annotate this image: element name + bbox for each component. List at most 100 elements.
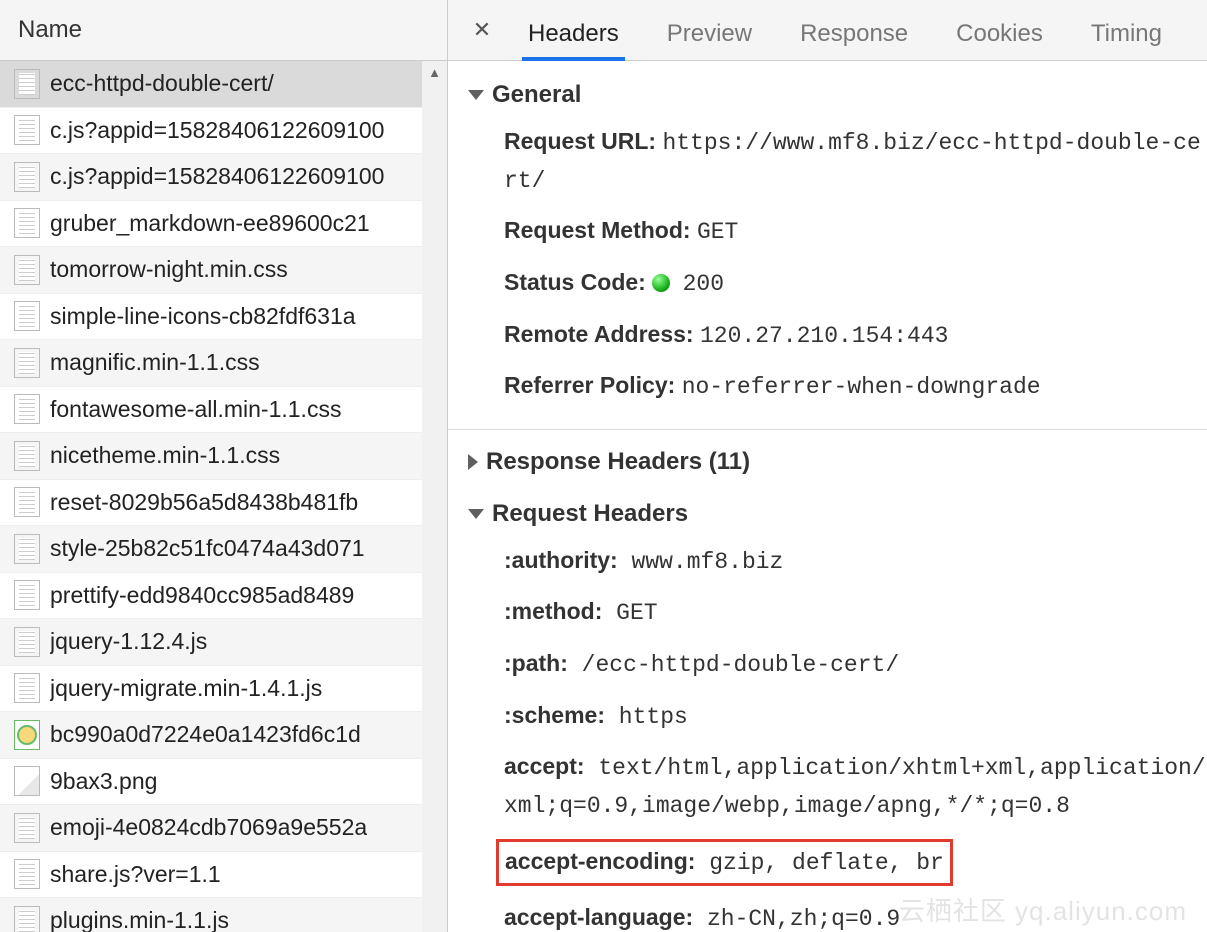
request-row[interactable]: plugins.min-1.1.js bbox=[0, 898, 447, 932]
header-value: www.mf8.biz bbox=[618, 549, 784, 575]
header-row: :method: GET bbox=[504, 587, 1207, 639]
referrer-policy-row: Referrer Policy: no-referrer-when-downgr… bbox=[504, 361, 1207, 413]
header-key: :scheme: bbox=[504, 702, 605, 728]
request-row[interactable]: nicetheme.min-1.1.css bbox=[0, 433, 447, 480]
tab-timing[interactable]: Timing bbox=[1067, 20, 1186, 60]
request-row-label: plugins.min-1.1.js bbox=[50, 907, 229, 932]
header-key: :path: bbox=[504, 650, 568, 676]
document-file-icon bbox=[14, 906, 40, 932]
details-panel: ✕ HeadersPreviewResponseCookiesTiming Ge… bbox=[448, 0, 1207, 932]
header-key: accept: bbox=[504, 753, 585, 779]
status-ok-icon bbox=[652, 274, 670, 292]
document-file-icon bbox=[14, 301, 40, 331]
header-value: text/html,application/xhtml+xml,applicat… bbox=[504, 755, 1206, 819]
scrollbar[interactable]: ▲ ▼ bbox=[422, 61, 447, 932]
request-row[interactable]: fontawesome-all.min-1.1.css bbox=[0, 387, 447, 434]
header-row: accept-language: zh-CN,zh;q=0.9 bbox=[504, 893, 1207, 932]
request-row-label: style-25b82c51fc0474a43d071 bbox=[50, 535, 365, 562]
request-row[interactable]: style-25b82c51fc0474a43d071 bbox=[0, 526, 447, 573]
header-row: accept: text/html,application/xhtml+xml,… bbox=[504, 742, 1207, 831]
request-row-label: emoji-4e0824cdb7069a9e552a bbox=[50, 814, 367, 841]
remote-address-key: Remote Address: bbox=[504, 321, 694, 347]
scroll-up-arrow-icon[interactable]: ▲ bbox=[422, 61, 447, 83]
requests-list-header: Name bbox=[0, 0, 447, 61]
header-row: :scheme: https bbox=[504, 691, 1207, 743]
document-file-icon bbox=[14, 673, 40, 703]
response-headers-toggle[interactable]: Response Headers (11) bbox=[468, 442, 1207, 484]
request-row[interactable]: tomorrow-night.min.css bbox=[0, 247, 447, 294]
request-row[interactable]: reset-8029b56a5d8438b481fb bbox=[0, 480, 447, 527]
request-row[interactable]: prettify-edd9840cc985ad8489 bbox=[0, 573, 447, 620]
request-row[interactable]: gruber_markdown-ee89600c21 bbox=[0, 201, 447, 248]
general-kv-list: Request URL: https://www.mf8.biz/ecc-htt… bbox=[468, 117, 1207, 413]
header-value: https bbox=[605, 704, 688, 730]
request-row[interactable]: c.js?appid=15828406122609100 bbox=[0, 108, 447, 155]
document-file-icon bbox=[14, 534, 40, 564]
document-file-icon bbox=[14, 394, 40, 424]
request-row-label: jquery-1.12.4.js bbox=[50, 628, 207, 655]
requests-list[interactable]: ecc-httpd-double-cert/c.js?appid=1582840… bbox=[0, 61, 447, 932]
chevron-right-icon bbox=[468, 454, 478, 470]
request-row[interactable]: emoji-4e0824cdb7069a9e552a bbox=[0, 805, 447, 852]
section-divider bbox=[448, 429, 1207, 430]
remote-address-row: Remote Address: 120.27.210.154:443 bbox=[504, 310, 1207, 362]
document-file-icon bbox=[14, 859, 40, 889]
request-row[interactable]: ecc-httpd-double-cert/ bbox=[0, 61, 447, 108]
tab-cookies[interactable]: Cookies bbox=[932, 20, 1067, 60]
image-file-icon bbox=[14, 766, 40, 796]
details-tabs: ✕ HeadersPreviewResponseCookiesTiming bbox=[448, 0, 1207, 61]
request-method-key: Request Method: bbox=[504, 217, 691, 243]
request-row-label: 9bax3.png bbox=[50, 768, 157, 795]
header-key: :authority: bbox=[504, 547, 618, 573]
highlighted-header: accept-encoding: gzip, deflate, br bbox=[496, 839, 953, 887]
requests-list-panel: Name ecc-httpd-double-cert/c.js?appid=15… bbox=[0, 0, 448, 932]
header-row: :path: /ecc-httpd-double-cert/ bbox=[504, 639, 1207, 691]
request-row[interactable]: bc990a0d7224e0a1423fd6c1d bbox=[0, 712, 447, 759]
request-row[interactable]: share.js?ver=1.1 bbox=[0, 852, 447, 899]
request-url-row: Request URL: https://www.mf8.biz/ecc-htt… bbox=[504, 117, 1207, 206]
request-row-label: c.js?appid=15828406122609100 bbox=[50, 163, 384, 190]
request-row-label: simple-line-icons-cb82fdf631a bbox=[50, 303, 356, 330]
request-headers-section: Request Headers :authority: www.mf8.biz:… bbox=[448, 488, 1207, 932]
request-row[interactable]: magnific.min-1.1.css bbox=[0, 340, 447, 387]
remote-address-value: 120.27.210.154:443 bbox=[700, 323, 948, 349]
header-key: accept-encoding: bbox=[505, 848, 695, 874]
request-row-label: gruber_markdown-ee89600c21 bbox=[50, 210, 370, 237]
request-headers-title: Request Headers bbox=[492, 500, 688, 528]
request-row-label: fontawesome-all.min-1.1.css bbox=[50, 396, 341, 423]
chevron-down-icon bbox=[468, 509, 484, 519]
close-details-button[interactable]: ✕ bbox=[460, 0, 504, 60]
request-row[interactable]: 9bax3.png bbox=[0, 759, 447, 806]
tab-preview[interactable]: Preview bbox=[643, 20, 776, 60]
status-code-row: Status Code: 200 bbox=[504, 258, 1207, 310]
general-section-title: General bbox=[492, 81, 581, 109]
general-section-toggle[interactable]: General bbox=[468, 75, 1207, 117]
request-method-row: Request Method: GET bbox=[504, 206, 1207, 258]
request-row-label: jquery-migrate.min-1.4.1.js bbox=[50, 675, 322, 702]
request-row[interactable]: jquery-1.12.4.js bbox=[0, 619, 447, 666]
request-row[interactable]: jquery-migrate.min-1.4.1.js bbox=[0, 666, 447, 713]
document-file-icon bbox=[14, 580, 40, 610]
header-value: gzip, deflate, br bbox=[695, 850, 943, 876]
response-headers-title: Response Headers (11) bbox=[486, 448, 750, 476]
status-code-value: 200 bbox=[683, 271, 724, 297]
request-row-label: share.js?ver=1.1 bbox=[50, 861, 221, 888]
tab-headers[interactable]: Headers bbox=[504, 20, 643, 60]
request-row[interactable]: c.js?appid=15828406122609100 bbox=[0, 154, 447, 201]
header-row: accept-encoding: gzip, deflate, br bbox=[504, 832, 1207, 894]
request-headers-list: :authority: www.mf8.biz:method: GET:path… bbox=[468, 536, 1207, 932]
request-row-label: prettify-edd9840cc985ad8489 bbox=[50, 582, 354, 609]
request-row-label: bc990a0d7224e0a1423fd6c1d bbox=[50, 721, 361, 748]
header-value: /ecc-httpd-double-cert/ bbox=[568, 652, 899, 678]
document-file-icon bbox=[14, 115, 40, 145]
request-row-label: ecc-httpd-double-cert/ bbox=[50, 70, 274, 97]
tab-response[interactable]: Response bbox=[776, 20, 932, 60]
request-method-value: GET bbox=[697, 219, 738, 245]
header-key: accept-language: bbox=[504, 904, 693, 930]
headers-tab-body: General Request URL: https://www.mf8.biz… bbox=[448, 61, 1207, 932]
request-headers-toggle[interactable]: Request Headers bbox=[468, 494, 1207, 536]
chevron-down-icon bbox=[468, 90, 484, 100]
header-value: zh-CN,zh;q=0.9 bbox=[693, 906, 900, 932]
request-row-label: tomorrow-night.min.css bbox=[50, 256, 288, 283]
request-row[interactable]: simple-line-icons-cb82fdf631a bbox=[0, 294, 447, 341]
